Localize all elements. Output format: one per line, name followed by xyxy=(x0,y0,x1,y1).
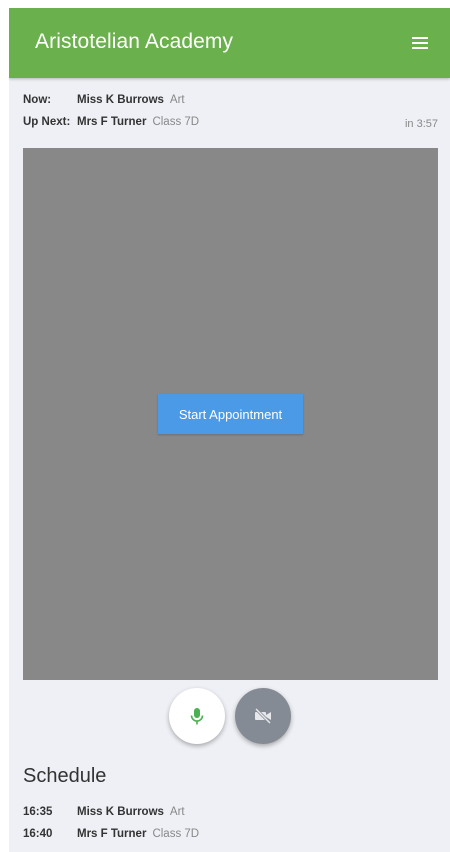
hamburger-menu-icon[interactable] xyxy=(408,30,434,56)
now-label: Now: xyxy=(23,94,52,106)
up-next-subject: Class 7D xyxy=(152,116,200,128)
schedule-title: Schedule xyxy=(23,765,107,787)
now-teacher-name: Miss K Burrows xyxy=(77,94,164,106)
schedule-time: 16:40 xyxy=(23,828,53,840)
now-subject: Art xyxy=(169,94,185,106)
video-area: Start Appointment xyxy=(23,148,438,680)
up-next-teacher-name: Mrs F Turner xyxy=(77,116,147,128)
now-name: Miss K Burrows Art xyxy=(77,94,185,106)
schedule-teacher-name: Mrs F Turner xyxy=(77,828,147,840)
up-next-name: Mrs F Turner Class 7D xyxy=(77,116,199,128)
countdown-timer: in 3:57 xyxy=(404,118,438,130)
schedule-subject: Art xyxy=(169,806,185,818)
schedule-name: Mrs F Turner Class 7D xyxy=(77,828,199,840)
up-next-label: Up Next: xyxy=(23,116,71,128)
app-frame: Aristotelian Academy Now: Miss K Burrows… xyxy=(9,8,450,852)
start-appointment-button[interactable]: Start Appointment xyxy=(158,394,303,434)
app-title: Aristotelian Academy xyxy=(35,30,234,53)
camera-toggle-button[interactable] xyxy=(235,688,291,744)
camera-off-icon xyxy=(254,707,272,725)
schedule-name: Miss K Burrows Art xyxy=(77,806,185,818)
schedule-time: 16:35 xyxy=(23,806,53,818)
schedule-teacher-name: Miss K Burrows xyxy=(77,806,164,818)
schedule-subject: Class 7D xyxy=(152,828,200,840)
app-header: Aristotelian Academy xyxy=(9,8,450,78)
microphone-button[interactable] xyxy=(169,688,225,744)
microphone-icon xyxy=(190,708,204,725)
